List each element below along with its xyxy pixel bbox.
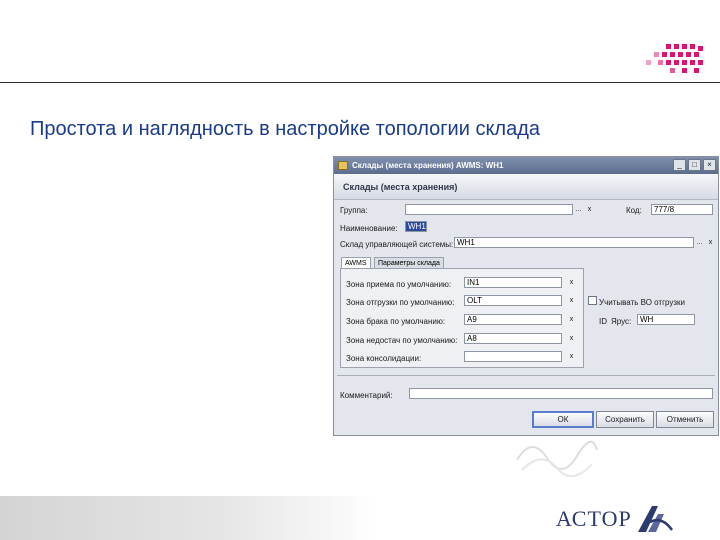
erp-clear-button[interactable]: x xyxy=(706,238,715,248)
defect-zone-field[interactable]: A9 xyxy=(464,314,562,325)
name-field[interactable]: WH1 xyxy=(405,221,427,232)
dialog-header-title: Склады (места хранения) xyxy=(343,182,458,192)
watermark-icon xyxy=(516,440,598,477)
defect-zone-clear-button[interactable]: x xyxy=(567,315,576,325)
group-lookup-button[interactable]: ... xyxy=(574,205,583,215)
consolidation-zone-label: Зона консолидации: xyxy=(346,354,422,363)
consolidation-zone-clear-button[interactable]: x xyxy=(567,352,576,362)
cancel-button[interactable]: Отменить xyxy=(656,411,714,428)
slide-title: Простота и наглядность в настройке топол… xyxy=(30,118,541,140)
form-divider xyxy=(337,375,715,376)
dialog-titlebar[interactable]: Склады (места хранения) AWMS: WH1 _ □ × xyxy=(334,157,718,174)
group-field[interactable] xyxy=(405,204,573,215)
ok-button[interactable]: ОК xyxy=(532,411,594,428)
close-button[interactable]: × xyxy=(703,159,716,171)
shipping-zone-clear-button[interactable]: x xyxy=(567,296,576,306)
comment-label: Комментарий: xyxy=(340,391,393,400)
defect-zone-label: Зона брака по умолчанию: xyxy=(346,317,446,326)
slide-top-rule xyxy=(0,82,720,83)
pixel-logo-icon xyxy=(646,44,703,73)
shortage-zone-clear-button[interactable]: x xyxy=(567,334,576,344)
shortage-zone-field[interactable]: A8 xyxy=(464,333,562,344)
shipping-zone-label: Зона отгрузки по умолчанию: xyxy=(346,298,455,307)
account-shipping-checkbox[interactable] xyxy=(588,296,597,305)
receiving-zone-clear-button[interactable]: x xyxy=(567,278,576,288)
shipping-zone-field[interactable]: OLT xyxy=(464,295,562,306)
receiving-zone-field[interactable]: IN1 xyxy=(464,277,562,288)
dialog-header: Склады (места хранения) xyxy=(334,174,718,200)
brand-logo: АСТОР xyxy=(556,504,674,534)
code-field[interactable]: 777/8 xyxy=(651,204,713,215)
footer-band xyxy=(0,496,380,540)
group-clear-button[interactable]: x xyxy=(585,205,594,215)
area-field[interactable]: WH xyxy=(637,314,695,325)
area-label: Ярус: xyxy=(611,317,632,326)
brand-mark-icon xyxy=(637,506,673,532)
save-button[interactable]: Сохранить xyxy=(596,411,654,428)
erp-warehouse-label: Склад управляющей системы: xyxy=(340,240,454,249)
window-app-icon xyxy=(338,161,348,170)
receiving-zone-label: Зона приема по умолчанию: xyxy=(346,280,452,289)
account-shipping-label: Учитывать ВО отгрузки xyxy=(599,298,685,307)
erp-warehouse-field[interactable]: WH1 xyxy=(454,237,694,248)
consolidation-zone-field[interactable] xyxy=(464,351,562,362)
comment-field[interactable] xyxy=(409,388,713,399)
brand-name: АСТОР xyxy=(556,506,632,531)
dialog-title: Склады (места хранения) AWMS: WH1 xyxy=(352,161,504,170)
maximize-button[interactable]: □ xyxy=(688,159,701,171)
id-label: ID xyxy=(599,317,607,326)
erp-lookup-button[interactable]: ... xyxy=(695,238,704,248)
minimize-button[interactable]: _ xyxy=(673,159,686,171)
name-label: Наименование: xyxy=(340,224,398,233)
shortage-zone-label: Зона недостач по умолчанию: xyxy=(346,336,458,345)
code-label: Код: xyxy=(626,206,642,215)
group-label: Группа: xyxy=(340,206,368,215)
